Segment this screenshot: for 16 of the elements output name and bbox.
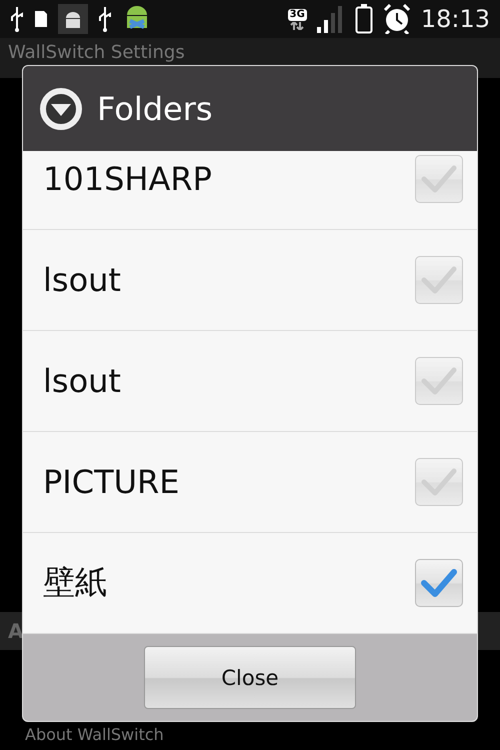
sd-card-icon (34, 10, 48, 28)
dropdown-circle-icon (39, 86, 83, 130)
battery-icon (354, 4, 373, 34)
alarm-clock-icon (382, 4, 411, 34)
about-summary: About WallSwitch (25, 725, 164, 744)
dialog-title: Folders (97, 90, 213, 128)
close-button[interactable]: Close (144, 646, 356, 709)
signal-icon (316, 5, 345, 33)
checkbox[interactable] (415, 559, 463, 607)
usb-icon (10, 5, 24, 33)
section-header: A (8, 619, 24, 643)
app-title: WallSwitch Settings (8, 42, 185, 64)
clock-time: 18:13 (420, 5, 490, 33)
network-indicator: 3G (288, 8, 307, 30)
android-icon (58, 4, 88, 34)
usb-icon (98, 5, 112, 33)
